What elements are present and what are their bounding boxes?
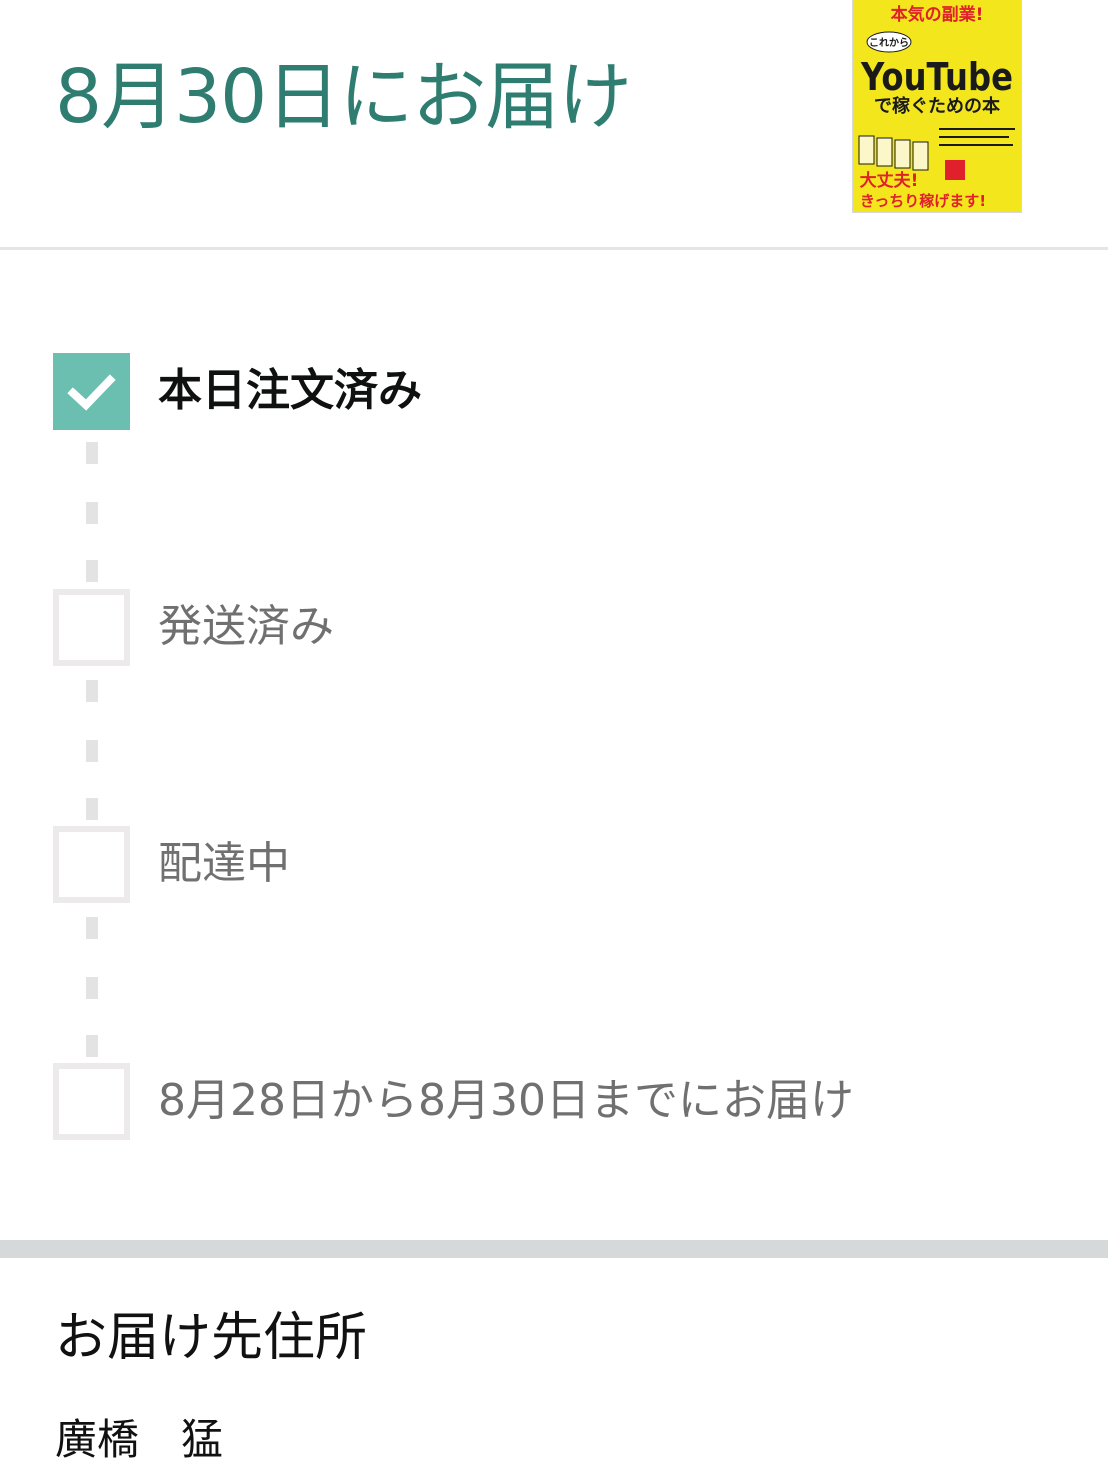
product-thumbnail[interactable]: 本気の副業! これから YouTube で稼ぐための本 大丈夫! きっちり稼げま… [853, 0, 1021, 212]
step-delivered-checkbox [53, 1063, 130, 1140]
shipment-tracker: 本日注文済み 発送済み 配達中 8月28日から8月30日までにお届け [0, 250, 1108, 1240]
cover-main-word: YouTube [860, 55, 1013, 99]
tracker-connector [86, 502, 98, 524]
cover-kicker: これから [869, 37, 909, 49]
cover-subtitle: で稼ぐための本 [874, 95, 1000, 117]
book-cover-art: 本気の副業! これから YouTube で稼ぐための本 大丈夫! きっちり稼げま… [853, 0, 1021, 212]
step-shipped-checkbox [53, 589, 130, 666]
tracker-connector [86, 680, 98, 702]
step-out-for-delivery-label: 配達中 [158, 838, 290, 889]
delivery-date-title: 8月30日にお届け [55, 54, 632, 140]
step-out-for-delivery-checkbox [53, 826, 130, 903]
tracker-connector [86, 977, 98, 999]
cover-bottom-line-1: 大丈夫! [860, 170, 919, 191]
recipient-name: 廣橋 猛 [55, 1415, 224, 1464]
step-shipped-label: 発送済み [158, 601, 334, 652]
check-icon [67, 374, 116, 411]
step-ordered-checkbox [53, 353, 130, 430]
cover-bottom-line-2: きっちり稼げます! [860, 192, 986, 210]
tracker-connector [86, 1035, 98, 1057]
tracker-connector [86, 740, 98, 762]
tracker-connector [86, 917, 98, 939]
tracker-connector [86, 798, 98, 820]
delivery-header: 8月30日にお届け 本気の副業! これから YouTube で稼ぐための本 大丈… [0, 0, 1108, 248]
step-delivered-label: 8月28日から8月30日までにお届け [158, 1075, 854, 1126]
step-ordered-label: 本日注文済み [158, 365, 422, 416]
shipping-address-heading: お届け先住所 [55, 1308, 368, 1368]
section-divider [0, 1240, 1108, 1258]
cover-top-band: 本気の副業! [891, 4, 984, 25]
tracker-connector [86, 442, 98, 464]
tracker-connector [86, 560, 98, 582]
